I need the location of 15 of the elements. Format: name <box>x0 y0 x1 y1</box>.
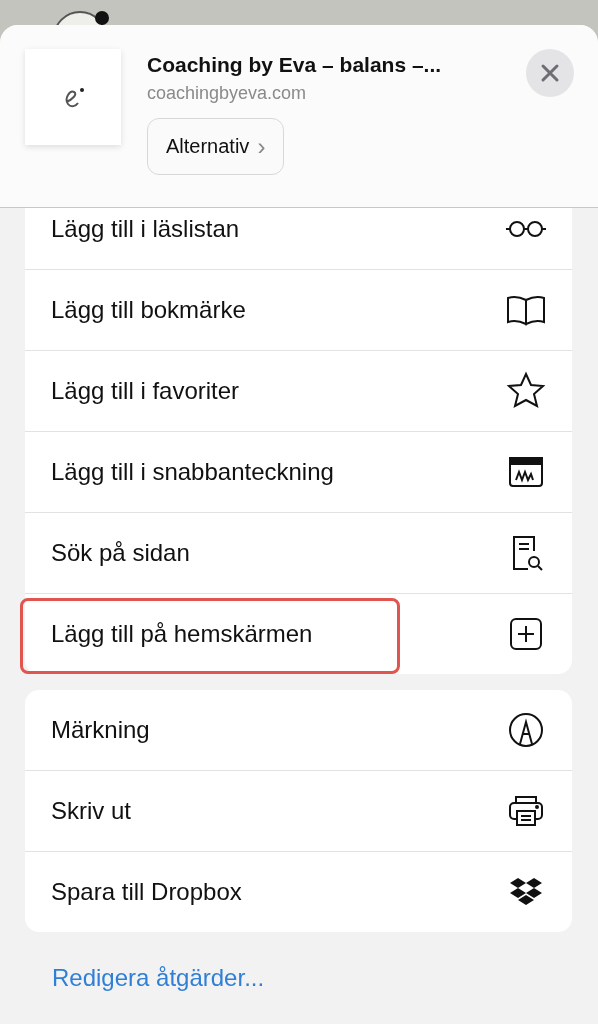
action-item[interactable]: Lägg till i snabbanteckning <box>25 431 572 512</box>
page-title: Coaching by Eva – balans –... <box>147 53 443 77</box>
close-icon <box>540 63 560 83</box>
action-item[interactable]: Lägg till i läslistan <box>25 208 572 269</box>
edit-actions-link[interactable]: Redigera åtgärder... <box>52 964 265 992</box>
action-item[interactable]: Lägg till bokmärke <box>25 269 572 350</box>
action-item[interactable]: Lägg till på hemskärmen <box>25 593 572 674</box>
options-button[interactable]: Alternativ › <box>147 118 285 175</box>
action-item[interactable]: Sök på sidan <box>25 512 572 593</box>
action-item[interactable]: Spara till Dropbox <box>25 851 572 932</box>
action-item[interactable]: Märkning <box>25 690 572 770</box>
action-item[interactable]: Lägg till i favoriter <box>25 350 572 431</box>
close-button[interactable] <box>526 49 574 97</box>
page-url: coachingbyeva.com <box>147 83 308 104</box>
action-item[interactable]: Skriv ut <box>25 770 572 851</box>
